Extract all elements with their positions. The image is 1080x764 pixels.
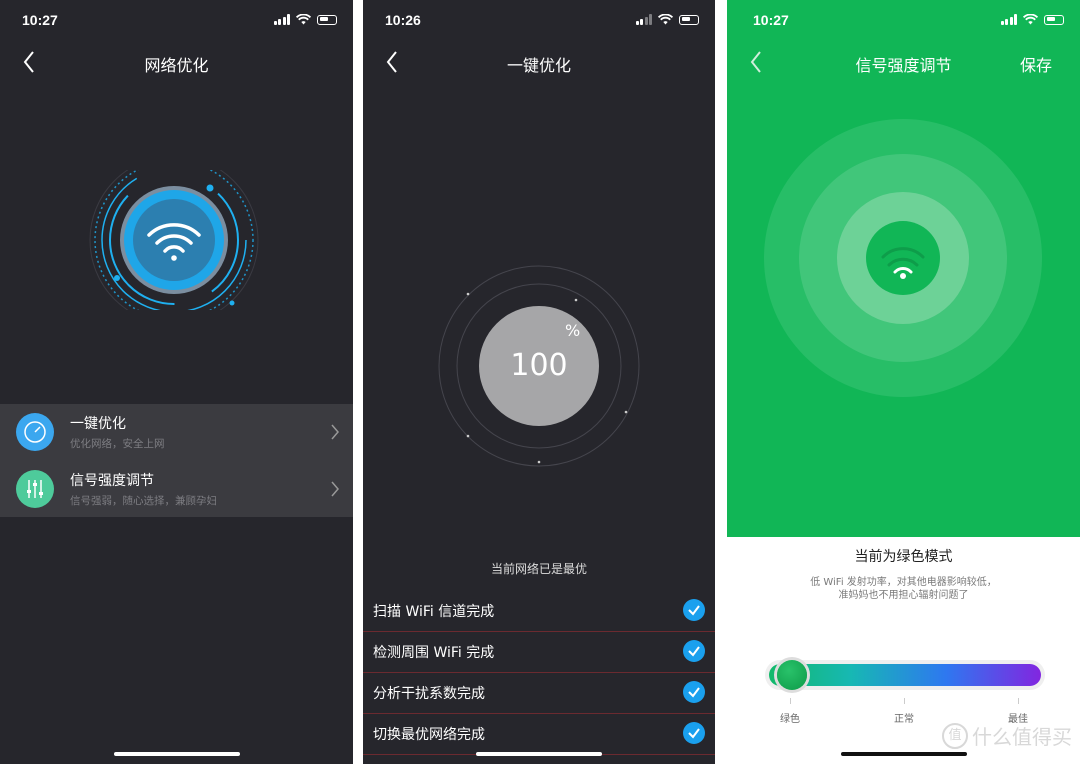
signal-level-slider[interactable] <box>769 664 1041 686</box>
page-title: 网络优化 <box>144 56 209 75</box>
watermark-logo: 值 <box>942 722 968 749</box>
cellular-signal-icon <box>1000 14 1017 25</box>
menu-item-label: 一键优化 <box>70 416 126 432</box>
menu-item-label: 信号强度调节 <box>70 473 154 489</box>
menu-item-signal-strength[interactable]: 信号强度调节 信号强弱，随心选择，兼顾孕妇 <box>0 461 353 517</box>
status-bar: 10:27 <box>727 12 1080 32</box>
mode-title: 当前为绿色模式 <box>854 549 953 565</box>
wifi-status-icon <box>1023 14 1038 25</box>
one-click-optimize-screen: 10:26 一键优化 100 % 当前网络已是最优 扫描 WiFi 信道完成 检… <box>363 0 715 764</box>
nav-bar: 网络优化 <box>0 48 353 76</box>
mode-description: 低 WiFi 发射功率，对其他电器影响较低， 准妈妈也不用担心辐射问题了 <box>727 576 1080 602</box>
speedometer-icon <box>16 413 54 451</box>
menu-item-subtitle: 信号强弱，随心选择，兼顾孕妇 <box>70 495 217 507</box>
wifi-radar-graphic <box>89 170 259 310</box>
status-time: 10:27 <box>753 12 789 28</box>
home-indicator <box>476 752 602 756</box>
check-icon <box>683 640 705 662</box>
green-header <box>727 0 1080 537</box>
home-indicator <box>113 752 240 756</box>
status-time: 10:26 <box>385 12 421 28</box>
signal-strength-screen: 10:27 信号强度调节 保存 当前为绿色模式 低 WiFi 发射功率，对其他电… <box>727 0 1080 764</box>
task-label: 扫描 WiFi 信道完成 <box>373 604 495 620</box>
task-row: 扫描 WiFi 信道完成 <box>363 590 715 632</box>
score-percent-sign: % <box>565 321 581 340</box>
check-icon <box>683 599 705 621</box>
network-optimize-screen: 10:27 网络优化 一键优化 优化网络，安全上网 信号强度调节 信号强弱，随心… <box>0 0 353 764</box>
status-bar: 10:26 <box>363 12 715 32</box>
menu-item-subtitle: 优化网络，安全上网 <box>70 438 165 450</box>
check-icon <box>683 722 705 744</box>
slider-tick <box>1018 698 1019 704</box>
watermark-text: 什么值得买 <box>972 725 1072 749</box>
cellular-signal-icon <box>635 14 652 25</box>
task-label: 分析干扰系数完成 <box>373 686 485 702</box>
status-icons <box>635 14 699 25</box>
level-label-normal[interactable]: 正常 <box>894 710 914 725</box>
nav-bar: 信号强度调节 保存 <box>727 48 1080 76</box>
mode-description-line: 低 WiFi 发射功率，对其他电器影响较低， <box>810 577 997 588</box>
battery-icon <box>679 14 699 25</box>
slider-tick <box>904 698 905 704</box>
status-time: 10:27 <box>22 12 58 28</box>
page-title: 一键优化 <box>506 56 571 75</box>
optimize-status-text: 当前网络已是最优 <box>490 562 587 576</box>
cellular-signal-icon <box>273 14 290 25</box>
mode-description-line: 准妈妈也不用担心辐射问题了 <box>838 590 969 601</box>
battery-icon <box>317 14 337 25</box>
task-label: 切换最优网络完成 <box>373 727 485 743</box>
status-bar: 10:27 <box>0 12 353 32</box>
wifi-status-icon <box>658 14 673 25</box>
chevron-right-icon <box>331 424 339 440</box>
home-indicator <box>840 752 967 756</box>
chevron-right-icon <box>331 481 339 497</box>
task-row: 切换最优网络完成 <box>363 713 715 755</box>
battery-icon <box>1044 14 1064 25</box>
status-icons <box>273 14 337 25</box>
status-icons <box>1000 14 1064 25</box>
menu-item-one-click-optimize[interactable]: 一键优化 优化网络，安全上网 <box>0 404 353 460</box>
slider-thumb[interactable] <box>777 660 807 690</box>
level-label-green[interactable]: 绿色 <box>780 710 800 725</box>
slider-tick <box>790 698 791 704</box>
check-icon <box>683 681 705 703</box>
feature-menu: 一键优化 优化网络，安全上网 信号强度调节 信号强弱，随心选择，兼顾孕妇 <box>0 404 353 517</box>
save-button[interactable]: 保存 <box>1020 52 1052 76</box>
sliders-icon <box>16 470 54 508</box>
signal-ripple-graphic <box>764 119 1042 397</box>
task-row: 检测周围 WiFi 完成 <box>363 631 715 673</box>
task-label: 检测周围 WiFi 完成 <box>373 645 495 661</box>
nav-bar: 一键优化 <box>363 48 715 76</box>
task-row: 分析干扰系数完成 <box>363 672 715 714</box>
wifi-status-icon <box>296 14 311 25</box>
watermark: 值 什么值得买 <box>942 721 1072 750</box>
optimize-score: 100 <box>510 348 568 383</box>
